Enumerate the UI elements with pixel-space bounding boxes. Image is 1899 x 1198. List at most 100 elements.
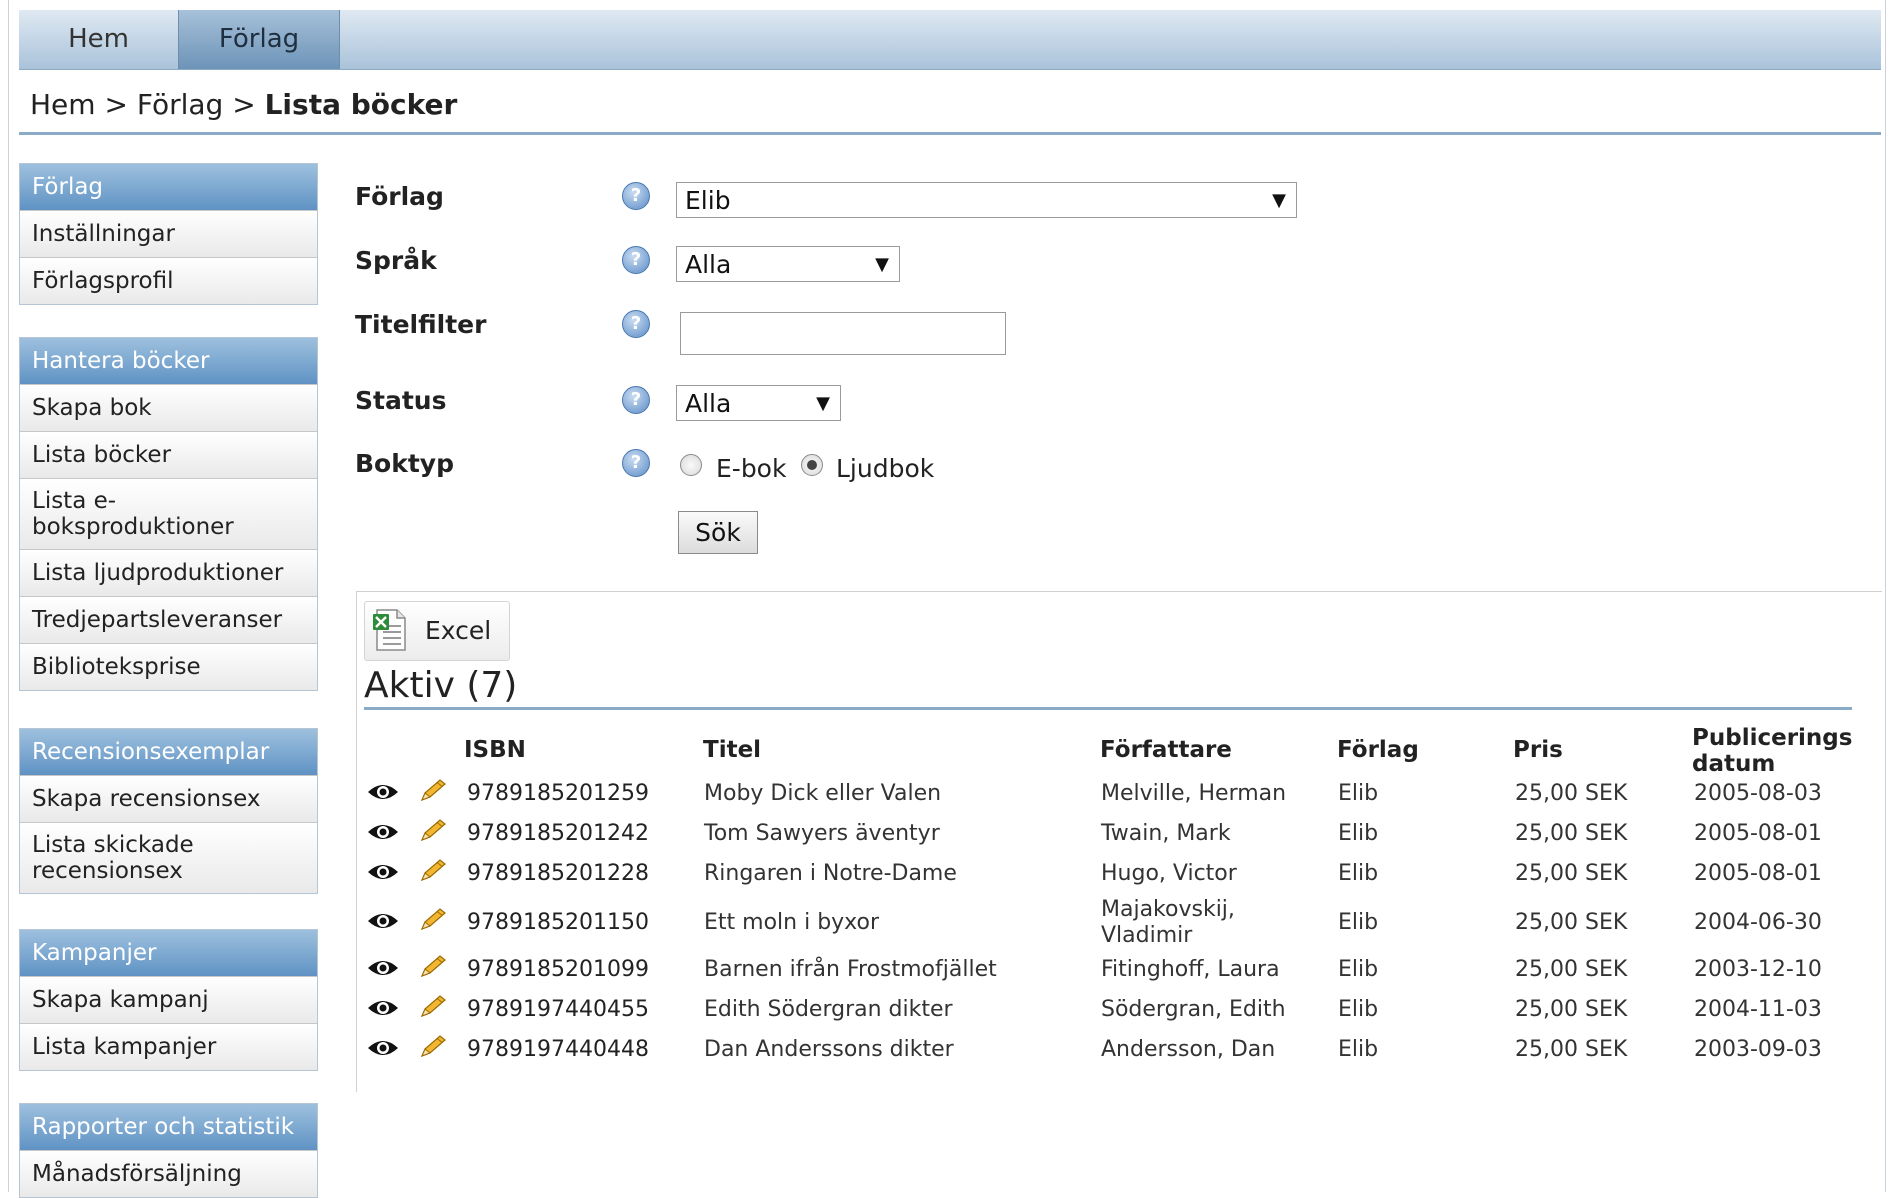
col-header-pris[interactable]: Pris — [1513, 737, 1563, 763]
cell-titel[interactable]: Barnen ifrån Frostmofjället — [704, 957, 997, 982]
cell-pris: 25,00 SEK — [1515, 781, 1628, 806]
sidebar-item-lista-kampanjer[interactable]: Lista kampanjer — [20, 1023, 317, 1070]
cell-titel[interactable]: Ringaren i Notre-Dame — [704, 861, 957, 886]
sidebar-heading[interactable]: Rapporter och statistik — [20, 1104, 317, 1150]
sidebar-item-tredjepartsleveranser[interactable]: Tredjepartsleveranser — [20, 596, 317, 643]
cell-titel[interactable]: Tom Sawyers äventyr — [704, 821, 940, 846]
cell-datum: 2005-08-01 — [1694, 821, 1822, 846]
sidebar-heading[interactable]: Kampanjer — [20, 930, 317, 976]
col-header-forfattare[interactable]: Författare — [1100, 737, 1232, 763]
cell-forlag[interactable]: Elib — [1338, 957, 1378, 982]
help-icon[interactable]: ? — [622, 449, 650, 477]
excel-export-button[interactable]: Excel — [364, 601, 510, 661]
cell-forfattare[interactable]: Melville, Herman — [1101, 781, 1286, 806]
cell-pris: 25,00 SEK — [1515, 957, 1628, 982]
cell-datum: 2004-06-30 — [1694, 910, 1822, 935]
cell-isbn: 9789185201259 — [467, 781, 649, 806]
help-icon[interactable]: ? — [622, 182, 650, 210]
cell-titel[interactable]: Ett moln i byxor — [704, 910, 879, 935]
cell-datum: 2003-12-10 — [1694, 957, 1822, 982]
pencil-icon[interactable] — [416, 955, 448, 979]
cell-titel[interactable]: Dan Anderssons dikter — [704, 1037, 954, 1062]
status-label: Status — [355, 386, 447, 415]
sprak-select[interactable]: Alla ▼ — [676, 246, 900, 282]
sidebar-group-kampanjer: Kampanjer Skapa kampanj Lista kampanjer — [19, 929, 318, 1071]
sidebar-item-skapa-recensionsex[interactable]: Skapa recensionsex — [20, 775, 317, 822]
eye-icon[interactable] — [367, 909, 399, 933]
cell-forlag[interactable]: Elib — [1338, 821, 1378, 846]
sidebar-item-lista-e-boksproduktioner[interactable]: Lista e-boksproduktioner — [20, 478, 317, 549]
cell-pris: 25,00 SEK — [1515, 997, 1628, 1022]
cell-forlag[interactable]: Elib — [1338, 781, 1378, 806]
cell-forfattare[interactable]: Twain, Mark — [1101, 821, 1231, 846]
pencil-icon[interactable] — [416, 819, 448, 843]
sidebar-item-lista-ljudproduktioner[interactable]: Lista ljudproduktioner — [20, 549, 317, 596]
col-header-line: Publicerings — [1692, 725, 1853, 751]
forlag-select[interactable]: Elib ▼ — [676, 182, 1297, 218]
sidebar-heading[interactable]: Hantera böcker — [20, 338, 317, 384]
status-select[interactable]: Alla ▼ — [676, 385, 841, 421]
pencil-icon[interactable] — [416, 779, 448, 803]
breadcrumb-separator: > — [232, 88, 256, 121]
sidebar-item-bibliotekspriser[interactable]: Biblioteksprise — [20, 643, 317, 690]
col-header-forlag[interactable]: Förlag — [1337, 737, 1419, 763]
cell-forfattare[interactable]: Andersson, Dan — [1101, 1037, 1275, 1062]
col-header-isbn[interactable]: ISBN — [464, 737, 526, 763]
cell-isbn: 9789197440455 — [467, 997, 649, 1022]
cell-forfattare[interactable]: Fitinghoff, Laura — [1101, 957, 1280, 982]
search-button[interactable]: Sök — [678, 511, 758, 554]
cell-forlag[interactable]: Elib — [1338, 910, 1378, 935]
excel-icon — [373, 609, 406, 651]
forlag-select-value: Elib — [685, 186, 731, 215]
sidebar-item-forlagsprofil[interactable]: Förlagsprofil — [20, 257, 317, 304]
eye-icon[interactable] — [367, 956, 399, 980]
results-title: Aktiv (7) — [364, 665, 518, 706]
sidebar-heading[interactable]: Förlag — [20, 164, 317, 210]
cell-forfattare[interactable]: Södergran, Edith — [1101, 997, 1286, 1022]
eye-icon[interactable] — [367, 780, 399, 804]
pencil-icon[interactable] — [416, 908, 448, 932]
sidebar-group-rapporter: Rapporter och statistik Månadsförsäljnin… — [19, 1103, 318, 1198]
help-icon[interactable]: ? — [622, 246, 650, 274]
cell-forfattare[interactable]: Majakovskij, Vladimir — [1101, 897, 1251, 949]
sidebar-item-installningar[interactable]: Inställningar — [20, 210, 317, 257]
breadcrumb-forlag[interactable]: Förlag — [137, 88, 223, 121]
status-select-value: Alla — [685, 389, 732, 418]
sidebar-item-lista-skickade-recensionsex[interactable]: Lista skickade recensionsex — [20, 822, 317, 893]
eye-icon[interactable] — [367, 820, 399, 844]
cell-pris: 25,00 SEK — [1515, 821, 1628, 846]
cell-forlag[interactable]: Elib — [1338, 997, 1378, 1022]
radio-e-bok[interactable] — [680, 454, 702, 476]
breadcrumb-separator: > — [104, 88, 128, 121]
pencil-icon[interactable] — [416, 995, 448, 1019]
eye-icon[interactable] — [367, 860, 399, 884]
eye-icon[interactable] — [367, 1036, 399, 1060]
col-header-titel[interactable]: Titel — [703, 737, 761, 763]
pencil-icon[interactable] — [416, 1035, 448, 1059]
radio-ljudbok[interactable] — [801, 454, 823, 476]
cell-forfattare[interactable]: Hugo, Victor — [1101, 861, 1237, 886]
sidebar-item-skapa-bok[interactable]: Skapa bok — [20, 384, 317, 431]
col-header-line: datum — [1692, 751, 1776, 777]
cell-forlag[interactable]: Elib — [1338, 1037, 1378, 1062]
cell-titel[interactable]: Edith Södergran dikter — [704, 997, 953, 1022]
help-icon[interactable]: ? — [622, 386, 650, 414]
pencil-icon[interactable] — [416, 859, 448, 883]
sidebar-item-manadsforsaljning[interactable]: Månadsförsäljning — [20, 1150, 317, 1197]
breadcrumb: Hem > Förlag > Lista böcker — [30, 88, 457, 121]
sidebar-item-skapa-kampanj[interactable]: Skapa kampanj — [20, 976, 317, 1023]
titelfilter-input[interactable] — [680, 312, 1006, 355]
eye-icon[interactable] — [367, 996, 399, 1020]
cell-titel[interactable]: Moby Dick eller Valen — [704, 781, 941, 806]
help-icon[interactable]: ? — [622, 310, 650, 338]
sprak-select-value: Alla — [685, 250, 732, 279]
cell-forlag[interactable]: Elib — [1338, 861, 1378, 886]
tab-forlag[interactable]: Förlag — [178, 10, 340, 69]
sidebar-item-lista-bocker[interactable]: Lista böcker — [20, 431, 317, 478]
sidebar-heading[interactable]: Recensionsexemplar — [20, 729, 317, 775]
breadcrumb-hem[interactable]: Hem — [30, 88, 96, 121]
tab-hem[interactable]: Hem — [19, 10, 178, 69]
col-header-publiceringsdatum[interactable]: Publicerings datum — [1692, 725, 1852, 777]
sidebar-group-forlag: Förlag Inställningar Förlagsprofil — [19, 163, 318, 305]
sidebar-group-hantera-bocker: Hantera böcker Skapa bok Lista böcker Li… — [19, 337, 318, 691]
